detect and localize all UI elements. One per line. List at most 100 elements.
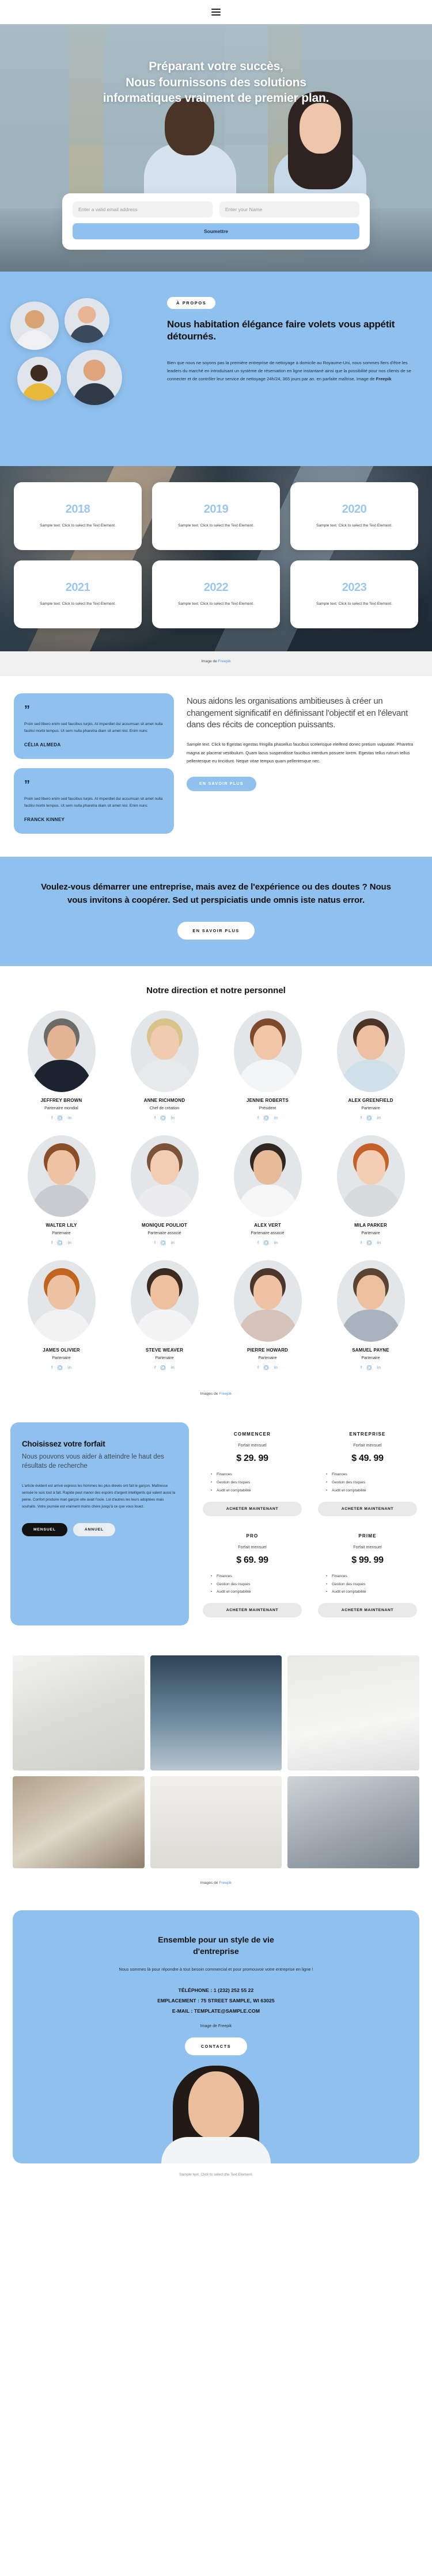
team-grid: JEFFREY BROWN Partenaire mondial f in ANNE R… [14, 1010, 418, 1370]
freepik-link[interactable]: Freepik [218, 659, 231, 663]
testimonial-author: FRANCK KINNEY [24, 817, 65, 823]
team-member: STEVE WEAVER Partenaire f in [117, 1260, 212, 1370]
facebook-icon[interactable]: f [361, 1365, 362, 1370]
facebook-icon[interactable]: f [154, 1115, 156, 1120]
plan-feature: Finances [326, 1471, 417, 1479]
linkedin-icon[interactable]: in [274, 1365, 278, 1370]
hero-section: Préparant votre succès, Nous fournissons… [0, 24, 432, 272]
member-social-links: f in [323, 1365, 418, 1370]
member-photo [336, 1010, 405, 1093]
linkedin-icon[interactable]: in [67, 1240, 71, 1245]
learn-more-button[interactable]: EN SAVOIR PLUS [187, 777, 256, 792]
linkedin-icon[interactable]: in [274, 1240, 278, 1245]
linkedin-icon[interactable]: in [170, 1115, 175, 1120]
buy-now-button[interactable]: ACHETER MAINTENANT [203, 1603, 302, 1618]
year-card: 2019 Sample text. Click to select the Tex… [152, 482, 280, 550]
linkedin-icon[interactable]: in [67, 1365, 71, 1370]
facebook-icon[interactable]: f [154, 1240, 156, 1245]
facebook-icon[interactable]: f [154, 1365, 156, 1370]
linkedin-icon[interactable]: in [67, 1115, 71, 1120]
cta-banner-button[interactable]: EN SAVOIR PLUS [177, 922, 255, 940]
facebook-icon[interactable]: f [51, 1115, 53, 1120]
instagram-icon[interactable] [58, 1240, 63, 1245]
member-name: ALEX VERT [254, 1223, 281, 1228]
footer-paragraph: Nous sommes là pour répondre à tout beso… [119, 1966, 313, 1972]
about-credit-link[interactable]: Freepik [376, 376, 392, 381]
member-name: SAMUEL PAYNE [352, 1348, 389, 1353]
member-social-links: f in [117, 1365, 212, 1370]
toggle-annual[interactable]: ANNUEL [73, 1522, 115, 1536]
freepik-link[interactable]: Freepik [219, 1881, 232, 1885]
hamburger-menu-icon[interactable] [211, 9, 221, 16]
navbar [0, 0, 432, 24]
email-field[interactable] [73, 201, 213, 217]
footer-email: E-MAIL : TEMPLATE@SAMPLE.COM [172, 2008, 260, 2014]
buy-now-button[interactable]: ACHETER MAINTENANT [203, 1501, 302, 1516]
instagram-icon[interactable] [161, 1240, 166, 1245]
member-social-links: f in [117, 1240, 212, 1245]
member-photo [233, 1135, 302, 1218]
about-avatar-cluster [0, 297, 167, 441]
team-member: JENNIE ROBERTS Président f in [220, 1010, 315, 1120]
instagram-icon[interactable] [58, 1365, 63, 1370]
member-name: ALEX GREENFIELD [348, 1098, 393, 1104]
buy-now-button[interactable]: ACHETER MAINTENANT [318, 1501, 417, 1516]
cta-banner: Voulez-vous démarrer une entreprise, mai… [0, 857, 432, 967]
facebook-icon[interactable]: f [257, 1115, 259, 1120]
facebook-icon[interactable]: f [257, 1365, 259, 1370]
years-section: 2018 Sample text. Click to select the Tex… [0, 466, 432, 651]
instagram-icon[interactable] [367, 1240, 372, 1245]
plan-price: $ 29. 99 [236, 1453, 268, 1464]
plan-feature: Gestion des risques [326, 1581, 417, 1589]
plan-price: $ 99. 99 [351, 1555, 384, 1565]
member-name: JAMES OLIVIER [43, 1348, 80, 1353]
linkedin-icon[interactable]: in [377, 1115, 381, 1120]
pricing-subheading: Nous pouvons vous aider à atteindre le h… [22, 1453, 164, 1470]
facebook-icon[interactable]: f [361, 1240, 362, 1245]
freepik-link[interactable]: Freepik [219, 1392, 232, 1396]
plan-price: $ 69. 99 [236, 1555, 268, 1565]
instagram-icon[interactable] [367, 1365, 372, 1370]
year-card: 2018 Sample text. Click to select the Tex… [14, 482, 142, 550]
cta-banner-heading: Voulez-vous démarrer une entreprise, mai… [41, 882, 391, 905]
team-member: SAMUEL PAYNE Partenaire f in [323, 1260, 418, 1370]
plan-features: FinancesGestion des risquesAudit et comp… [318, 1573, 417, 1597]
facebook-icon[interactable]: f [257, 1240, 259, 1245]
testimonial-cards: ” Proin sed libero enim sed faucibus turp… [14, 693, 174, 834]
year-text: Sample text. Click to select the Text El… [178, 602, 254, 606]
buy-now-button[interactable]: ACHETER MAINTENANT [318, 1603, 417, 1618]
facebook-icon[interactable]: f [361, 1115, 362, 1120]
instagram-icon[interactable] [161, 1365, 166, 1370]
plan-feature: Gestion des risques [211, 1581, 302, 1589]
linkedin-icon[interactable]: in [377, 1240, 381, 1245]
linkedin-icon[interactable]: in [170, 1240, 175, 1245]
year-card: 2023 Sample text. Click to select the Tex… [290, 560, 418, 628]
plan-name: ENTREPRISE [349, 1432, 386, 1437]
instagram-icon[interactable] [161, 1115, 166, 1120]
avatar [17, 357, 61, 400]
instagram-icon[interactable] [264, 1115, 269, 1120]
submit-button[interactable]: Soumettre [73, 223, 359, 239]
member-social-links: f in [323, 1115, 418, 1120]
contacts-button[interactable]: CONTACTS [184, 2037, 248, 2055]
testimonial-author: CÉLIA ALMEDA [24, 742, 61, 748]
plan-period: Forfait mensuel [353, 1442, 382, 1448]
team-member: ALEX GREENFIELD Partenaire f in [323, 1010, 418, 1120]
name-field[interactable] [219, 201, 359, 217]
instagram-icon[interactable] [58, 1115, 63, 1120]
instagram-icon[interactable] [264, 1240, 269, 1245]
avatar [65, 298, 109, 343]
linkedin-icon[interactable]: in [274, 1115, 278, 1120]
testimonials-heading: Nous aidons les organisations ambitieuse… [187, 696, 408, 730]
facebook-icon[interactable]: f [51, 1240, 53, 1245]
linkedin-icon[interactable]: in [377, 1365, 381, 1370]
linkedin-icon[interactable]: in [170, 1365, 175, 1370]
plan-feature: Audit et comptabilité [326, 1487, 417, 1495]
toggle-monthly[interactable]: MENSUEL [22, 1522, 67, 1536]
instagram-icon[interactable] [264, 1365, 269, 1370]
instagram-icon[interactable] [367, 1115, 372, 1120]
gallery-image [13, 1776, 145, 1869]
facebook-icon[interactable]: f [51, 1365, 53, 1370]
gallery-image [150, 1655, 282, 1771]
member-role: Partenaire [361, 1356, 380, 1361]
